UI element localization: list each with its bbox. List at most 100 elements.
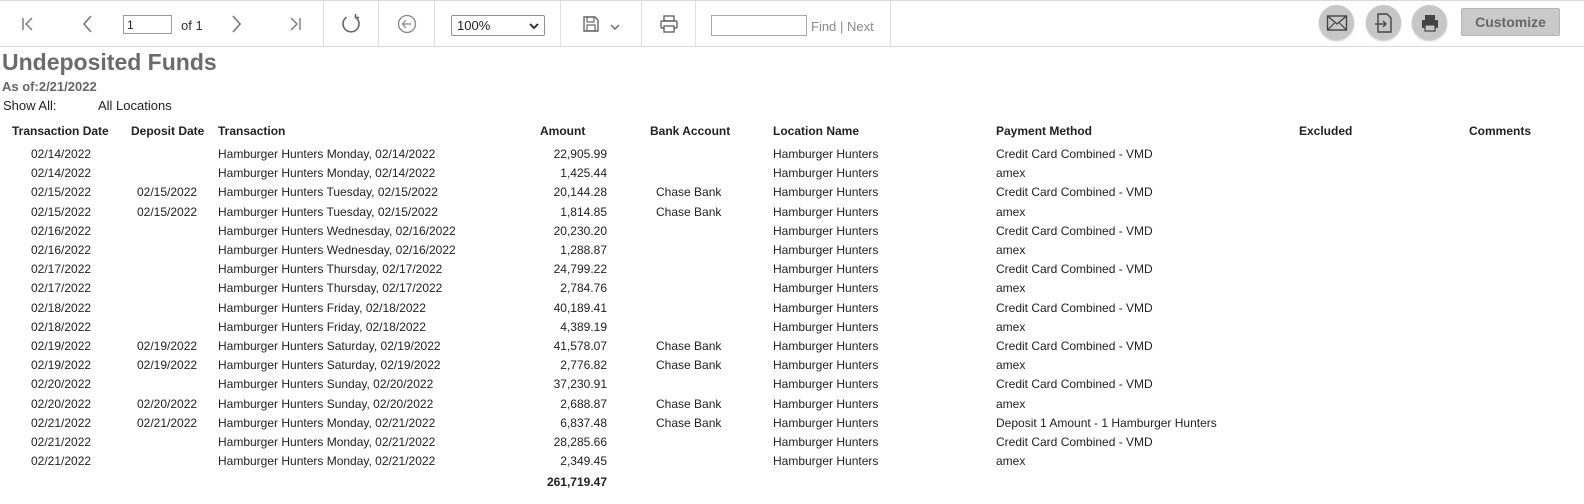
location-name-cell: Hamburger Hunters bbox=[773, 224, 879, 238]
deposit-date-cell: 02/19/2022 bbox=[137, 358, 198, 372]
transaction-cell: Hamburger Hunters Wednesday, 02/16/2022 bbox=[218, 224, 456, 238]
transaction-date-cell: 02/16/2022 bbox=[31, 224, 92, 238]
prev-page-button[interactable] bbox=[74, 1, 102, 47]
prev-page-icon bbox=[82, 15, 92, 33]
location-name-cell: Hamburger Hunters bbox=[773, 416, 879, 430]
show-all-label: Show All: bbox=[3, 98, 57, 113]
table-row: 02/20/2022 02/20/2022 Hamburger Hunters Su… bbox=[0, 397, 1584, 416]
next-page-button[interactable] bbox=[222, 1, 250, 47]
deposit-date-cell: 02/19/2022 bbox=[137, 339, 198, 353]
amount-total: 261,719.47 bbox=[546, 475, 607, 489]
toolbar-divider bbox=[378, 1, 379, 47]
transaction-date-cell: 02/21/2022 bbox=[31, 435, 92, 449]
back-button[interactable] bbox=[393, 1, 421, 47]
save-button[interactable] bbox=[580, 1, 602, 47]
chevron-down-icon bbox=[610, 24, 620, 30]
print-report-button[interactable] bbox=[1412, 5, 1447, 40]
toolbar-divider bbox=[434, 1, 435, 47]
print-icon bbox=[660, 15, 678, 33]
location-name-cell: Hamburger Hunters bbox=[773, 454, 879, 468]
location-name-cell: Hamburger Hunters bbox=[773, 339, 879, 353]
payment-method-cell: amex bbox=[996, 281, 1026, 295]
transaction-cell: Hamburger Hunters Saturday, 02/19/2022 bbox=[218, 358, 441, 372]
location-name-cell: Hamburger Hunters bbox=[773, 320, 879, 334]
location-name-cell: Hamburger Hunters bbox=[773, 262, 879, 276]
customize-button[interactable]: Customize bbox=[1461, 8, 1560, 36]
payment-method-cell: amex bbox=[996, 397, 1026, 411]
payment-method-cell: Deposit 1 Amount - 1 Hamburger Hunters bbox=[996, 416, 1217, 430]
bank-account-cell: Chase Bank bbox=[656, 416, 722, 430]
bank-account-cell: Chase Bank bbox=[656, 205, 722, 219]
table-row: 02/14/2022 Hamburger Hunters Monday, 02/1… bbox=[0, 147, 1584, 166]
bank-account-cell: Chase Bank bbox=[656, 339, 722, 353]
amount-cell: 1,288.87 bbox=[560, 243, 607, 257]
deposit-date-cell: 02/20/2022 bbox=[137, 397, 198, 411]
export-button[interactable] bbox=[1366, 5, 1401, 40]
amount-cell: 28,285.66 bbox=[553, 435, 607, 449]
print-button[interactable] bbox=[656, 1, 682, 47]
payment-method-cell: amex bbox=[996, 454, 1026, 468]
table-row: 02/15/2022 02/15/2022 Hamburger Hunters Tu… bbox=[0, 185, 1584, 204]
transaction-cell: Hamburger Hunters Monday, 02/21/2022 bbox=[218, 416, 436, 430]
payment-method-cell: amex bbox=[996, 358, 1026, 372]
back-icon bbox=[397, 14, 417, 34]
find-link[interactable]: Find bbox=[811, 19, 836, 34]
transaction-cell: Hamburger Hunters Monday, 02/21/2022 bbox=[218, 454, 436, 468]
transaction-cell: Hamburger Hunters Tuesday, 02/15/2022 bbox=[218, 185, 438, 199]
deposit-date-cell: 02/15/2022 bbox=[137, 205, 198, 219]
payment-method-cell: Credit Card Combined - VMD bbox=[996, 147, 1153, 161]
transaction-cell: Hamburger Hunters Monday, 02/14/2022 bbox=[218, 147, 436, 161]
column-header: Amount bbox=[540, 124, 586, 138]
payment-method-cell: Credit Card Combined - VMD bbox=[996, 224, 1153, 238]
zoom-value: 100% bbox=[457, 18, 491, 33]
next-link[interactable]: Next bbox=[847, 19, 874, 34]
payment-method-cell: amex bbox=[996, 205, 1026, 219]
amount-cell: 22,905.99 bbox=[553, 147, 607, 161]
bank-account-cell: Chase Bank bbox=[656, 397, 722, 411]
deposit-date-cell: 02/21/2022 bbox=[137, 416, 198, 430]
save-dropdown-button[interactable] bbox=[607, 1, 623, 47]
payment-method-cell: Credit Card Combined - VMD bbox=[996, 185, 1153, 199]
transaction-date-cell: 02/18/2022 bbox=[31, 301, 92, 315]
refresh-button[interactable] bbox=[337, 1, 365, 47]
location-name-cell: Hamburger Hunters bbox=[773, 377, 879, 391]
table-row: 02/19/2022 02/19/2022 Hamburger Hunters Sa… bbox=[0, 358, 1584, 377]
column-header: Bank Account bbox=[650, 124, 731, 138]
transaction-date-cell: 02/21/2022 bbox=[31, 454, 92, 468]
location-name-cell: Hamburger Hunters bbox=[773, 301, 879, 315]
last-page-button[interactable] bbox=[281, 1, 309, 47]
bank-account-cell: Chase Bank bbox=[656, 185, 722, 199]
transaction-date-cell: 02/16/2022 bbox=[31, 243, 92, 257]
table-row: 02/18/2022 Hamburger Hunters Friday, 02/1… bbox=[0, 301, 1584, 320]
transaction-date-cell: 02/18/2022 bbox=[31, 320, 92, 334]
amount-cell: 20,144.28 bbox=[553, 185, 607, 199]
payment-method-cell: Credit Card Combined - VMD bbox=[996, 377, 1153, 391]
location-name-cell: Hamburger Hunters bbox=[773, 205, 879, 219]
zoom-select[interactable]: 100% bbox=[451, 15, 545, 36]
amount-cell: 2,776.82 bbox=[560, 358, 607, 372]
payment-method-cell: amex bbox=[996, 320, 1026, 334]
amount-cell: 2,688.87 bbox=[560, 397, 607, 411]
transaction-cell: Hamburger Hunters Friday, 02/18/2022 bbox=[218, 320, 426, 334]
location-name-cell: Hamburger Hunters bbox=[773, 147, 879, 161]
table-row: 02/19/2022 02/19/2022 Hamburger Hunters Sa… bbox=[0, 339, 1584, 358]
page-number-input[interactable] bbox=[123, 15, 172, 34]
email-button[interactable] bbox=[1319, 5, 1354, 40]
find-input[interactable] bbox=[711, 15, 807, 36]
transaction-date-cell: 02/20/2022 bbox=[31, 397, 92, 411]
column-header: Location Name bbox=[773, 124, 860, 138]
amount-cell: 6,837.48 bbox=[560, 416, 607, 430]
transaction-cell: Hamburger Hunters Wednesday, 02/16/2022 bbox=[218, 243, 456, 257]
transaction-cell: Hamburger Hunters Monday, 02/14/2022 bbox=[218, 166, 436, 180]
transaction-date-cell: 02/21/2022 bbox=[31, 416, 92, 430]
transaction-cell: Hamburger Hunters Thursday, 02/17/2022 bbox=[218, 262, 443, 276]
location-name-cell: Hamburger Hunters bbox=[773, 358, 879, 372]
first-page-button[interactable] bbox=[14, 1, 42, 47]
toolbar-divider bbox=[695, 1, 696, 47]
payment-method-cell: amex bbox=[996, 243, 1026, 257]
table-row: 02/17/2022 Hamburger Hunters Thursday, 02… bbox=[0, 281, 1584, 300]
payment-method-cell: amex bbox=[996, 166, 1026, 180]
email-icon bbox=[1326, 14, 1347, 31]
toolbar-divider bbox=[560, 1, 561, 47]
transaction-date-cell: 02/14/2022 bbox=[31, 147, 92, 161]
